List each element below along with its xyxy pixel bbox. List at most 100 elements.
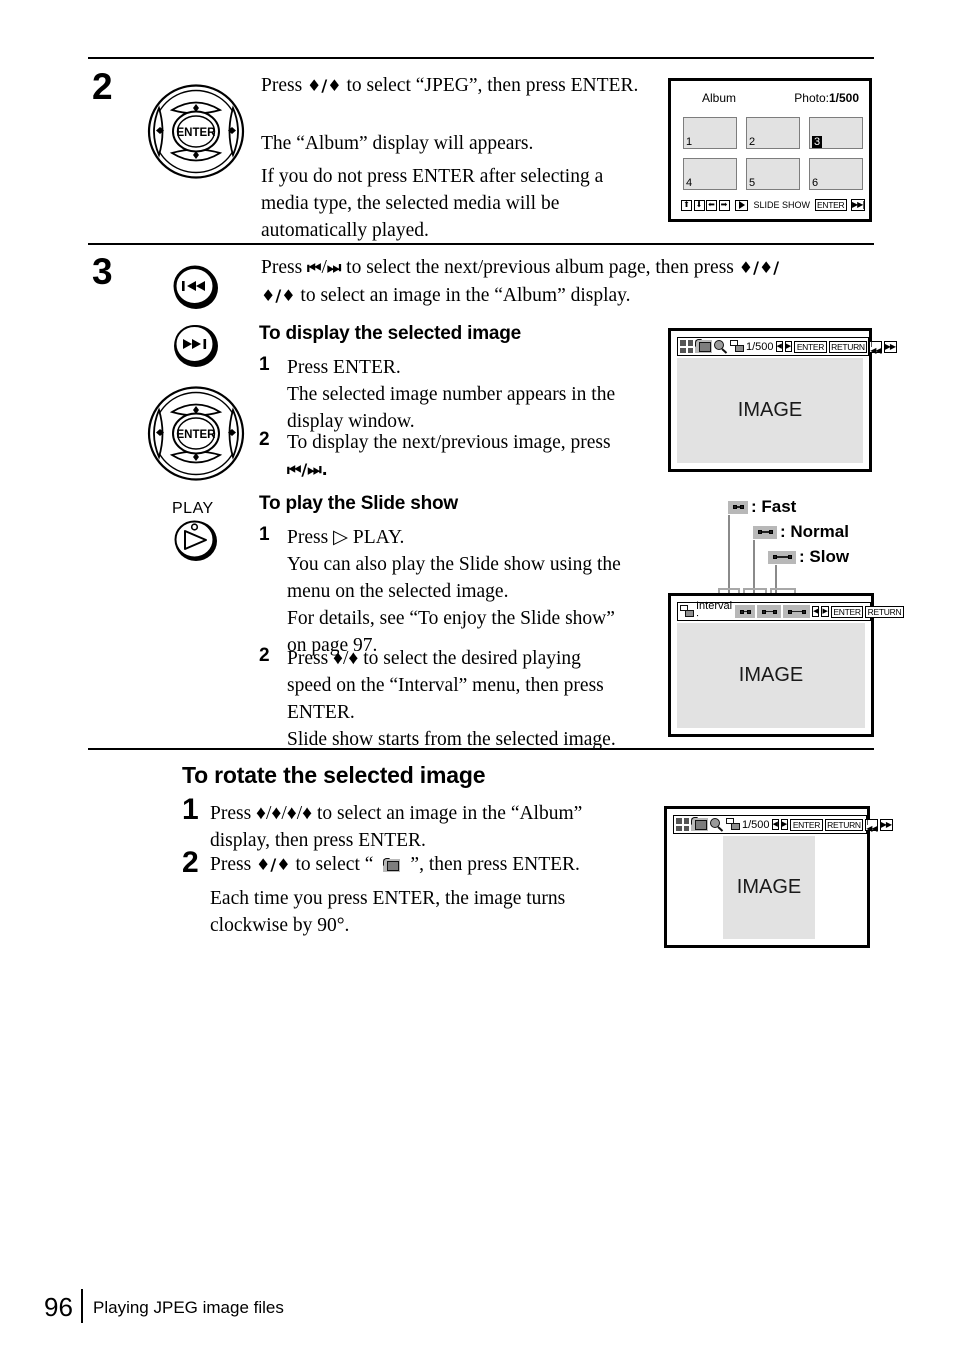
multi-image-icon[interactable] <box>726 818 741 831</box>
footer-divider <box>81 1289 83 1323</box>
zoom-icon[interactable] <box>710 817 724 832</box>
album-next-page-button[interactable]: ▶▶| <box>851 199 865 211</box>
album-photo-count: 1/500 <box>828 91 859 105</box>
image-counter: 1/500 <box>746 340 774 353</box>
album-thumbnail-5-label: 5 <box>749 177 756 189</box>
display-item-2-text: To display the next/previous image, pres… <box>287 429 647 483</box>
rotate-item-2-number: 2 <box>182 846 199 879</box>
album-thumbnail-1[interactable]: 1 <box>683 117 737 149</box>
step-number-2: 2 <box>92 66 113 107</box>
rotate-item-1-line-1: Press ♦/♦/♦/♦ to select an image in the … <box>210 803 583 824</box>
multi-image-icon <box>680 605 695 618</box>
rotate-screen: 1/500 ◀ ▶ ENTER RETURN |◀◀ ▶▶| IMAGE <box>664 806 894 948</box>
image-prev-button[interactable]: |◀◀ <box>869 338 883 354</box>
slideshow-item-2-text: Press ♦/♦ to select the desired playing … <box>287 645 655 753</box>
display-item-2-number: 2 <box>259 429 270 450</box>
rotate-screen-inner: 1/500 ◀ ▶ ENTER RETURN |◀◀ ▶▶| IMAGE <box>673 815 894 939</box>
album-screen: Album Photo:1/500 1 2 3 4 5 6 ⬆ ⬇ ⬅ ➡ SL… <box>668 78 872 222</box>
zoom-icon[interactable] <box>714 339 728 354</box>
rotate-line-4: clockwise by 90°. <box>210 915 350 936</box>
leftright-arrows-glyph: ♦/♦ <box>261 286 296 305</box>
album-screen-inner: Album Photo:1/500 1 2 3 4 5 6 ⬆ ⬇ ⬅ ➡ SL… <box>677 87 865 213</box>
album-photo-label: Photo: <box>794 91 829 105</box>
play-icon-remote <box>172 518 220 562</box>
album-arrow-up[interactable]: ⬆ <box>681 199 692 211</box>
rotate-next-button[interactable]: ▶▶| <box>880 818 894 831</box>
rotate-enter-button[interactable]: ENTER <box>790 818 823 831</box>
interval-enter-button[interactable]: ENTER <box>830 605 864 618</box>
rotate-item-1-text: Press ♦/♦/♦/♦ to select an image in the … <box>210 800 660 854</box>
slideshow-item-1-line-4: For details, see “To enjoy the Slide sho… <box>287 608 615 629</box>
slideshow-item-1-line-3: menu on the selected image. <box>287 581 509 602</box>
interval-speed-normal[interactable] <box>757 605 782 618</box>
album-thumbnail-4-label: 4 <box>686 177 693 189</box>
album-thumbnail-5[interactable]: 5 <box>746 158 800 190</box>
step2-line1-a: Press <box>261 75 308 96</box>
interval-return-button[interactable]: RETURN <box>865 605 904 618</box>
dpad-enter-icon: ENTER <box>146 83 246 180</box>
image-preview-area: IMAGE <box>677 358 863 463</box>
rotate-line2-mid: to select “ <box>290 854 374 875</box>
slideshow-item-2-number: 2 <box>259 645 270 666</box>
interval-speed-fast[interactable] <box>735 605 756 618</box>
play-button-label: PLAY <box>172 500 214 517</box>
interval-arrow-right[interactable]: ▶ <box>821 606 829 617</box>
album-grid-icon[interactable] <box>676 818 689 831</box>
album-thumbnail-6[interactable]: 6 <box>809 158 863 190</box>
multi-image-icon[interactable] <box>730 340 745 353</box>
play-icon[interactable] <box>735 199 748 211</box>
svg-text:ENTER: ENTER <box>177 127 217 139</box>
rotate-heading: To rotate the selected image <box>182 762 486 788</box>
album-grid-icon <box>683 93 696 106</box>
image-return-button[interactable]: RETURN <box>828 340 868 353</box>
speed-fast-label: : Fast <box>751 497 797 516</box>
album-thumbnail-4[interactable]: 4 <box>683 158 737 190</box>
slideshow-item-1-line-2: You can also play the Slide show using t… <box>287 554 621 575</box>
rotate-arrow-right[interactable]: ▶ <box>780 819 789 830</box>
step3-a: Press <box>261 257 308 278</box>
image-arrow-right[interactable]: ▶ <box>784 341 793 352</box>
rotate-item-2-rest: Each time you press ENTER, the image tur… <box>210 885 660 939</box>
rotate-item-1-number: 1 <box>182 793 199 826</box>
prev-track-icon <box>172 264 220 310</box>
display-item-1-text: Press ENTER. The selected image number a… <box>287 354 647 435</box>
image-arrow-left[interactable]: ◀ <box>775 341 783 352</box>
album-grid-icon[interactable] <box>680 340 693 353</box>
slideshow-item-2-line-1: Press ♦/♦ to select the desired playing <box>287 648 581 669</box>
album-thumbnail-6-label: 6 <box>812 177 819 189</box>
album-thumbnail-2[interactable]: 2 <box>746 117 800 149</box>
speed-slow-icon <box>768 550 796 564</box>
album-enter-button[interactable]: ENTER <box>814 199 847 211</box>
display-item-1-line-2: The selected image number appears in the <box>287 384 616 405</box>
album-bottom-bar: ⬆ ⬇ ⬅ ➡ SLIDE SHOW ENTER ▶▶| <box>681 199 865 211</box>
image-screen-inner: 1/500 ◀ ▶ ENTER RETURN |◀◀ ▶▶| IMAGE <box>677 337 898 463</box>
album-title: Album <box>702 91 737 105</box>
prev-track-glyph: ⏮ <box>307 258 322 277</box>
rotate-prev-button[interactable]: |◀◀ <box>865 816 879 832</box>
album-arrow-left[interactable]: ⬅ <box>706 199 717 211</box>
interval-preview-area: IMAGE <box>677 623 865 728</box>
next-track-icon <box>172 322 220 368</box>
interval-speed-slow[interactable] <box>783 605 811 618</box>
image-enter-button[interactable]: ENTER <box>794 340 827 353</box>
rotate-arrow-left[interactable]: ◀ <box>771 819 779 830</box>
image-next-button[interactable]: ▶▶| <box>884 340 898 353</box>
footer-section-title: Playing JPEG image files <box>93 1298 284 1317</box>
album-arrow-right[interactable]: ➡ <box>718 199 730 211</box>
album-arrow-down[interactable]: ⬇ <box>693 199 705 211</box>
slideshow-item-2-line-3: ENTER. <box>287 702 355 723</box>
step3-c: to select an image in the “Album” displa… <box>295 285 631 306</box>
slideshow-item-1-number: 1 <box>259 524 270 545</box>
album-thumbnail-3-label: 3 <box>812 136 823 148</box>
slideshow-item-1-text: Press ▷ PLAY. You can also play the Slid… <box>287 524 655 659</box>
album-thumbnail-3[interactable]: 3 <box>809 117 863 149</box>
rotate-line2-post: ”, then press ENTER. <box>410 854 580 875</box>
album-thumbnail-1-label: 1 <box>686 136 693 148</box>
rotate-line-3: Each time you press ENTER, the image tur… <box>210 888 566 909</box>
slideshow-item-1-line-1: Press ▷ PLAY. <box>287 527 405 548</box>
rotate-icon[interactable] <box>691 817 708 831</box>
interval-arrow-left[interactable]: ◀ <box>812 606 820 617</box>
rotate-return-button[interactable]: RETURN <box>824 818 864 831</box>
updown-arrows-glyph: ♦/♦ <box>307 76 342 95</box>
rotate-icon[interactable] <box>695 339 712 353</box>
